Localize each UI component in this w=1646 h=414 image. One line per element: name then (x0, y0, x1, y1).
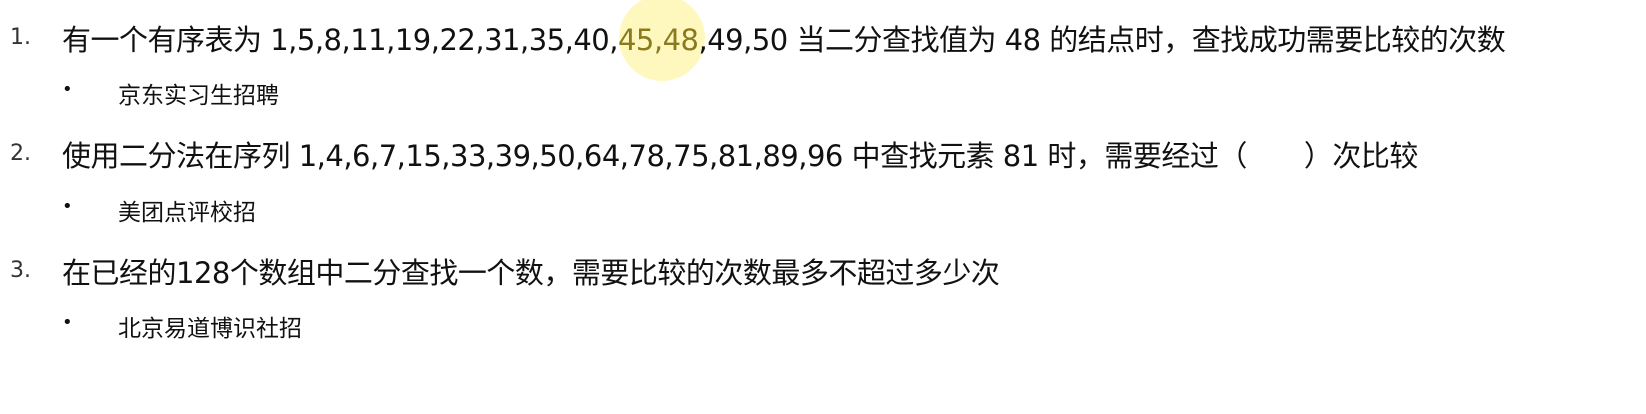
question-number: 1. (10, 25, 31, 50)
bullet-icon: • (62, 196, 73, 217)
source-label: 京东实习生招聘 (118, 83, 279, 109)
question-text: 在已经的128个数组中二分查找一个数，需要比较的次数最多不超过多少次 (62, 256, 1000, 290)
question-text-before: 有一个有序表为 1,5,8,11,19,22,31,35,40, (62, 23, 618, 57)
bullet-icon: • (62, 79, 73, 100)
highlighted-value: 48 (662, 23, 699, 57)
question-text: 使用二分法在序列 1,4,6,7,15,33,39,50,64,78,75,81… (62, 139, 1418, 173)
highlighted-value: 45 (617, 23, 654, 57)
highlighted-separator: , (653, 23, 663, 57)
question-item-3: 3. 在已经的128个数组中二分查找一个数，需要比较的次数最多不超过多少次 (0, 245, 1646, 290)
question-text: 有一个有序表为 1,5,8,11,19,22,31,35,40,45,48,49… (62, 17, 1506, 59)
question-source-3: • 北京易道博识社招 (0, 306, 1646, 342)
question-source-1: • 京东实习生招聘 (0, 73, 1646, 109)
question-text-after: ,49,50 当二分查找值为 48 的结点时，查找成功需要比较的次数 (698, 23, 1506, 57)
question-item-1: 1. 有一个有序表为 1,5,8,11,19,22,31,35,40,45,48… (0, 12, 1646, 59)
bullet-icon: • (62, 312, 73, 333)
source-label: 美团点评校招 (118, 200, 256, 226)
question-number: 2. (10, 141, 31, 166)
question-item-2: 2. 使用二分法在序列 1,4,6,7,15,33,39,50,64,78,75… (0, 128, 1646, 173)
question-source-2: • 美团点评校招 (0, 190, 1646, 226)
source-label: 北京易道博识社招 (118, 316, 302, 342)
question-number: 3. (10, 258, 31, 283)
